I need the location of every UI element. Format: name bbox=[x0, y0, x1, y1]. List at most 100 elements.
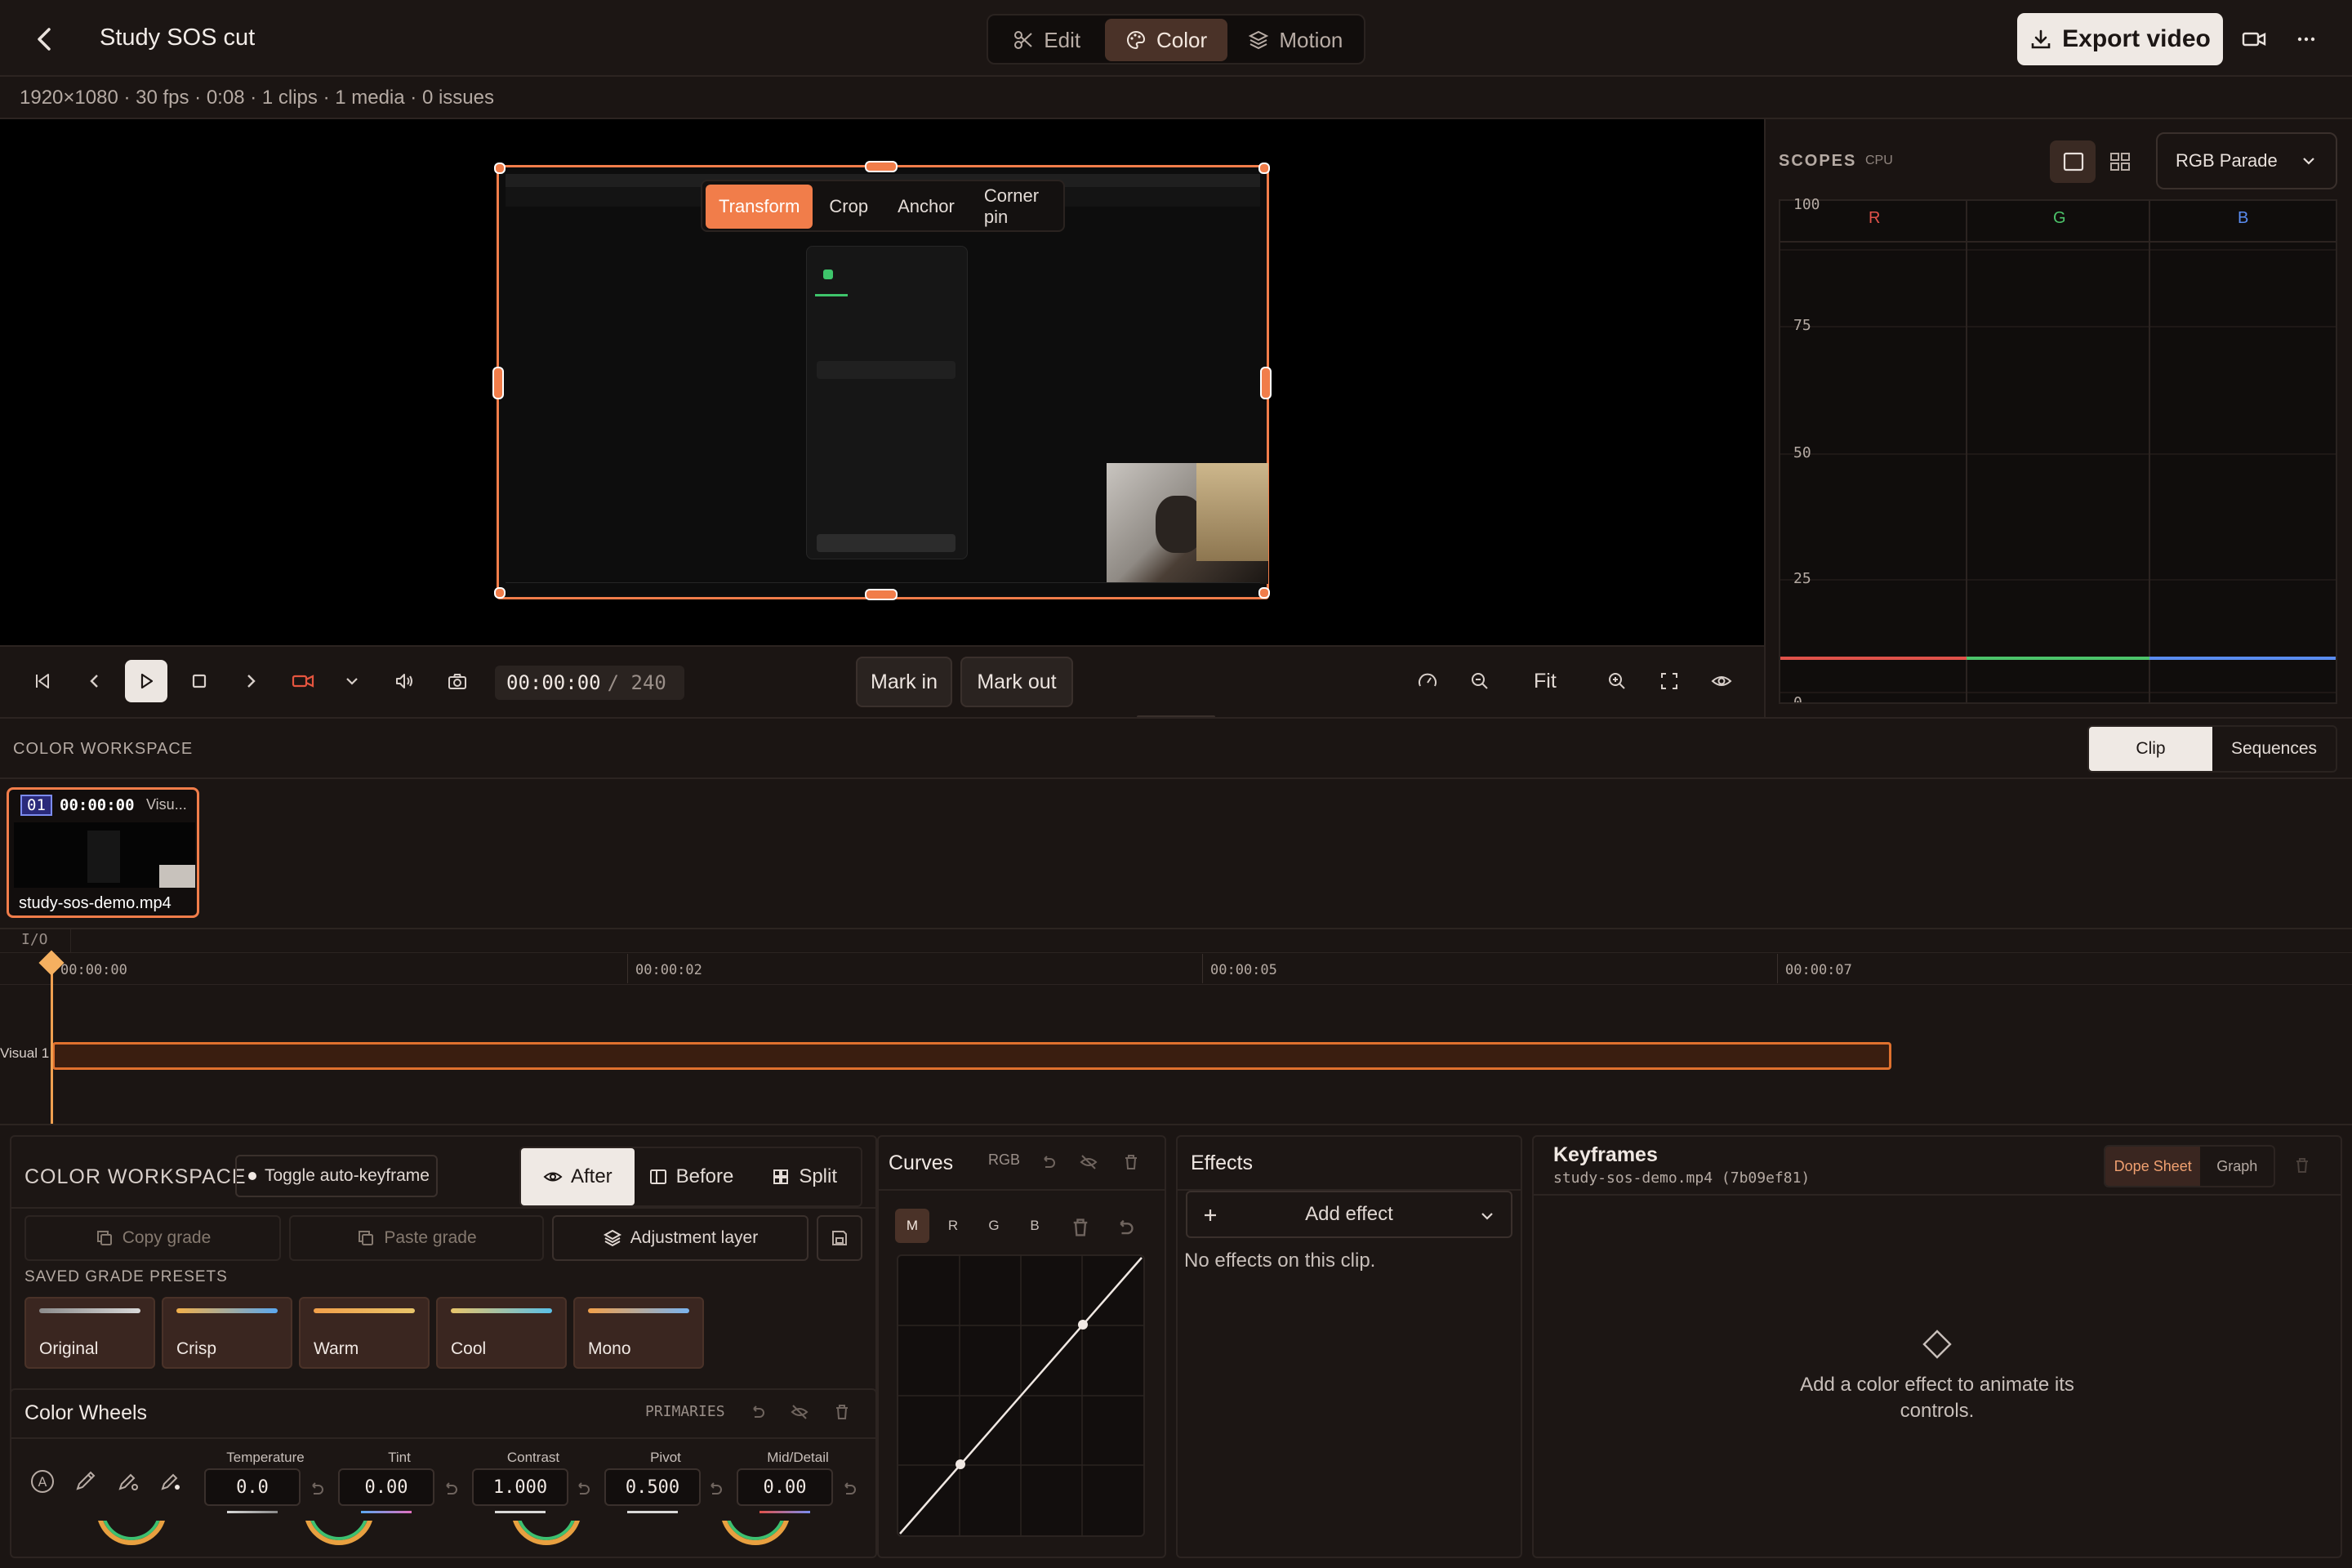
tab-clip[interactable]: Clip bbox=[2089, 727, 2212, 771]
preset-original[interactable]: Original bbox=[24, 1297, 155, 1369]
color-wheel-gamma[interactable] bbox=[304, 1521, 374, 1545]
tab-sequences[interactable]: Sequences bbox=[2212, 727, 2336, 771]
pivot-label: Pivot bbox=[650, 1450, 681, 1465]
snapshot-button[interactable] bbox=[436, 660, 479, 702]
mode-tabs: Edit Color Motion bbox=[987, 14, 1365, 65]
adjustment-layer-button[interactable]: Adjustment layer bbox=[552, 1215, 808, 1261]
resize-handle-bl[interactable] bbox=[494, 587, 506, 599]
fullscreen-button[interactable] bbox=[1648, 660, 1690, 702]
add-effect-dropdown[interactable]: Add effect bbox=[1186, 1191, 1512, 1238]
tab-graph[interactable]: Graph bbox=[2200, 1147, 2274, 1186]
record-options-dropdown[interactable] bbox=[331, 660, 373, 702]
preset-warm[interactable]: Warm bbox=[299, 1297, 430, 1369]
visibility-button[interactable] bbox=[1700, 660, 1743, 702]
tab-motion[interactable]: Motion bbox=[1231, 19, 1361, 61]
compare-split-button[interactable]: Split bbox=[747, 1148, 861, 1205]
scope-grid-view-button[interactable] bbox=[2097, 140, 2143, 183]
embedded-progress bbox=[815, 294, 848, 296]
resize-handle-bottom[interactable] bbox=[865, 589, 898, 600]
preset-cool[interactable]: Cool bbox=[436, 1297, 567, 1369]
copy-icon bbox=[96, 1231, 112, 1245]
compare-split-label: Split bbox=[799, 1165, 838, 1187]
timeline-clip[interactable] bbox=[52, 1042, 1891, 1070]
export-video-button[interactable]: Export video bbox=[2017, 13, 2223, 65]
resize-handle-top[interactable] bbox=[865, 161, 898, 172]
toggle-auto-keyframe-button[interactable]: Toggle auto-keyframe bbox=[235, 1155, 438, 1197]
tint-input[interactable]: 0.00 bbox=[338, 1468, 434, 1506]
resize-handle-tl[interactable] bbox=[494, 163, 506, 174]
tint-slider[interactable] bbox=[361, 1511, 412, 1513]
compare-after-button[interactable]: After bbox=[521, 1148, 635, 1205]
color-wheel-gain[interactable] bbox=[511, 1521, 581, 1545]
pivot-input[interactable]: 0.500 bbox=[604, 1468, 701, 1506]
tab-color[interactable]: Color bbox=[1105, 19, 1227, 61]
curve-editor[interactable] bbox=[897, 1254, 1145, 1537]
preset-crisp[interactable]: Crisp bbox=[162, 1297, 292, 1369]
temperature-input[interactable]: 0.0 bbox=[204, 1468, 301, 1506]
zoom-in-button[interactable] bbox=[1596, 660, 1638, 702]
tab-dope-sheet[interactable]: Dope Sheet bbox=[2105, 1147, 2201, 1186]
curve-channel-b[interactable]: B bbox=[1018, 1209, 1052, 1243]
copy-grade-button[interactable]: Copy grade bbox=[24, 1215, 281, 1261]
mark-in-button[interactable]: Mark in bbox=[856, 657, 952, 707]
parade-label-r: R bbox=[1869, 209, 1881, 227]
tab-anchor[interactable]: Anchor bbox=[884, 185, 968, 229]
contrast-slider[interactable] bbox=[495, 1511, 546, 1513]
curve-channel-g[interactable]: G bbox=[977, 1209, 1011, 1243]
timecode-display[interactable]: 00:00:00 / 240 bbox=[495, 666, 684, 700]
mark-out-button[interactable]: Mark out bbox=[960, 657, 1073, 707]
io-divider bbox=[70, 929, 71, 952]
tab-edit[interactable]: Edit bbox=[991, 19, 1102, 61]
pivot-slider[interactable] bbox=[627, 1511, 678, 1513]
curve-channel-master[interactable]: M bbox=[895, 1209, 929, 1243]
temperature-slider[interactable] bbox=[227, 1511, 278, 1513]
rgb-parade-scope: R G B 100 75 50 25 0 bbox=[1779, 196, 2337, 704]
resize-handle-br[interactable] bbox=[1258, 587, 1270, 599]
undo-icon bbox=[753, 1405, 764, 1418]
curve-channel-r[interactable]: R bbox=[936, 1209, 970, 1243]
zoom-out-button[interactable] bbox=[1459, 660, 1501, 702]
record-button[interactable] bbox=[282, 660, 324, 702]
track-label: Visual 1 bbox=[0, 1045, 50, 1061]
tab-transform[interactable]: Transform bbox=[706, 185, 813, 229]
stop-button[interactable] bbox=[178, 660, 220, 702]
compare-before-button[interactable]: Before bbox=[635, 1148, 748, 1205]
color-wheel-lift[interactable] bbox=[96, 1521, 167, 1545]
presets-title: SAVED GRADE PRESETS bbox=[24, 1268, 228, 1285]
speed-button[interactable] bbox=[1406, 660, 1449, 702]
paste-grade-button[interactable]: Paste grade bbox=[289, 1215, 544, 1261]
curve-point-low bbox=[956, 1459, 965, 1469]
mid-detail-slider[interactable] bbox=[760, 1511, 810, 1513]
mid-detail-input[interactable]: 0.00 bbox=[737, 1468, 833, 1506]
volume-button[interactable] bbox=[383, 660, 425, 702]
playhead[interactable] bbox=[51, 956, 53, 1124]
resize-handle-left[interactable] bbox=[492, 367, 504, 399]
next-frame-button[interactable] bbox=[229, 660, 272, 702]
preset-swatch bbox=[451, 1308, 552, 1313]
video-record-icon bbox=[292, 675, 314, 688]
scope-single-view-button[interactable] bbox=[2050, 140, 2096, 183]
scope-type-select[interactable]: RGB Parade bbox=[2156, 132, 2337, 189]
tab-corner-pin[interactable]: Corner pin bbox=[971, 185, 1060, 229]
color-wheel-offset[interactable] bbox=[720, 1521, 791, 1545]
zoom-out-icon bbox=[1472, 673, 1488, 689]
play-button[interactable] bbox=[125, 660, 167, 702]
resize-handle-tr[interactable] bbox=[1258, 163, 1270, 174]
webcam-overlay bbox=[1107, 463, 1268, 584]
back-button[interactable] bbox=[29, 23, 62, 56]
resize-handle-right[interactable] bbox=[1260, 367, 1272, 399]
record-camera-button[interactable] bbox=[2239, 24, 2269, 54]
more-options-button[interactable] bbox=[2292, 24, 2321, 54]
layers-icon bbox=[603, 1229, 621, 1247]
ruler-label: 00:00:05 bbox=[1210, 962, 1277, 978]
divider bbox=[10, 1207, 877, 1209]
zoom-fit-button[interactable]: Fit bbox=[1534, 670, 1557, 693]
contrast-input[interactable]: 1.000 bbox=[472, 1468, 568, 1506]
save-preset-button[interactable] bbox=[817, 1215, 862, 1261]
go-to-start-button[interactable] bbox=[21, 660, 64, 702]
preset-mono[interactable]: Mono bbox=[573, 1297, 704, 1369]
timeline-ruler[interactable] bbox=[0, 952, 2352, 985]
clip-card[interactable]: 01 00:00:00 Visu... study-sos-demo.mp4 bbox=[7, 787, 199, 918]
prev-frame-button[interactable] bbox=[74, 660, 116, 702]
tab-crop[interactable]: Crop bbox=[816, 185, 881, 229]
